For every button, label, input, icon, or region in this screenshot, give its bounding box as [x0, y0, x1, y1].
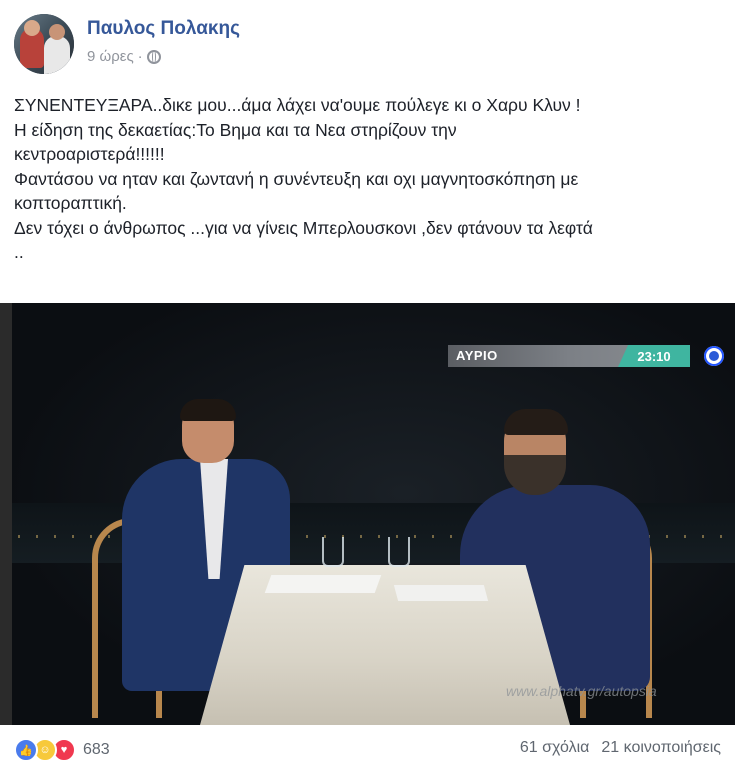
post-text-line: κεντροαριστερά!!!!!! [14, 144, 165, 164]
reactions-summary[interactable]: 👍 ☺ ♥ 683 [14, 738, 110, 762]
post-text-line: .. [14, 242, 24, 262]
post-text: ΣΥΝΕΝΤΕΥΞΑΡΑ..δικε μου...άμα λάχει να'ου… [14, 93, 724, 265]
post-text-line: Φαντάσου να ηταν και ζωντανή η συνέντευξ… [14, 168, 579, 189]
post-footer: 👍 ☺ ♥ 683 61 σχόλια 21 κοινοποιήσεις [0, 736, 735, 766]
tv-schedule-banner: ΑΥΡΙΟ 23:10 [448, 345, 690, 367]
reaction-count[interactable]: 683 [83, 741, 110, 759]
globe-icon[interactable] [146, 49, 161, 64]
avatar[interactable] [14, 14, 74, 74]
channel-logo-icon [704, 346, 724, 366]
comments-link[interactable]: 61 σχόλια [520, 739, 589, 757]
post-time[interactable]: 9 ώρες [87, 48, 134, 65]
shares-link[interactable]: 21 κοινοποιήσεις [601, 739, 721, 757]
meta-separator: · [137, 48, 143, 65]
papers [264, 575, 382, 593]
post-text-line: Δεν τόχει ο άνθρωπος ...για να γίνεις Μπ… [14, 217, 593, 238]
video-watermark: www.alphatv.gr/autopsia [506, 683, 657, 699]
banner-label: ΑΥΡΙΟ [456, 348, 498, 363]
video-frame-edge [0, 303, 12, 725]
like-icon: 👍 [14, 738, 38, 762]
post-meta: 9 ώρες · [87, 48, 161, 65]
papers [393, 585, 489, 601]
banner-time: 23:10 [618, 345, 690, 367]
water-glass [388, 537, 410, 567]
author-name[interactable]: Παυλος Πολακης [87, 18, 240, 40]
post-header: Παυλος Πολακης 9 ώρες · [14, 14, 714, 74]
post-stats: 61 σχόλια 21 κοινοποιήσεις [520, 739, 721, 757]
post-text-line: Η είδηση της δεκαετίας:Το Βημα και τα Νε… [14, 119, 457, 140]
post-text-line: κοπτοραπτική. [14, 193, 127, 213]
video-player[interactable]: ΑΥΡΙΟ 23:10 www.alphatv.gr/autopsia [0, 303, 735, 725]
post-text-line: ΣΥΝΕΝΤΕΥΞΑΡΑ..δικε μου...άμα λάχει να'ου… [14, 95, 581, 115]
table [200, 565, 570, 725]
water-glass [322, 537, 344, 567]
